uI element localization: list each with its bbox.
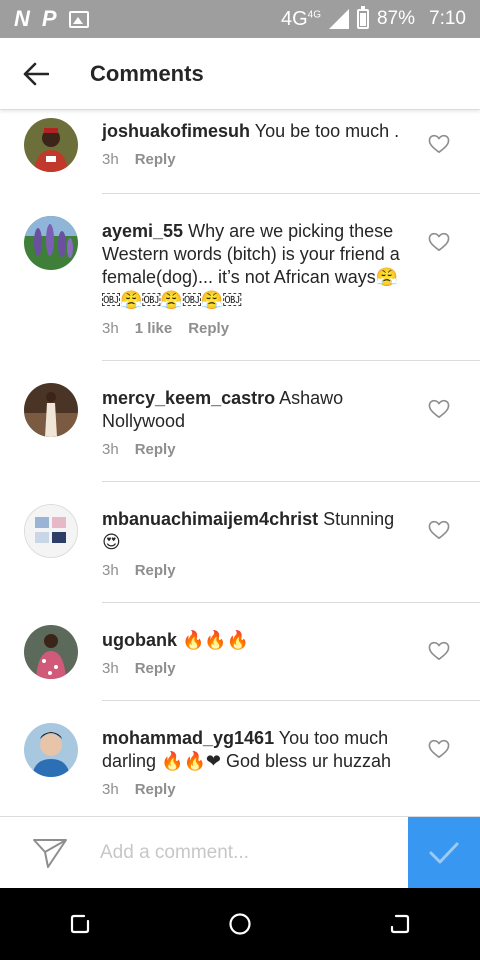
comment-username[interactable]: mbanuachimaijem4christ: [102, 509, 318, 529]
avatar[interactable]: [24, 723, 78, 777]
comment-username[interactable]: joshuakofimesuh: [102, 121, 250, 141]
comment-body: mercy_keem_castro Ashawo Nollywood: [102, 387, 404, 433]
comment-list[interactable]: joshuakofimesuh You be too much . 3h Rep…: [0, 110, 480, 816]
comment-meta: 3h 1 like Reply: [102, 320, 404, 337]
comment-body: mohammad_yg1461 You too much darling 🔥🔥❤…: [102, 727, 404, 773]
reply-button[interactable]: Reply: [135, 441, 176, 458]
comment-item: joshuakofimesuh You be too much . 3h Rep…: [0, 110, 480, 194]
checkmark-icon: [429, 842, 459, 863]
comment-username[interactable]: mercy_keem_castro: [102, 388, 275, 408]
reply-button[interactable]: Reply: [135, 781, 176, 798]
comment-meta: 3h Reply: [102, 660, 404, 677]
post-comment-button[interactable]: [408, 816, 480, 889]
clock: 7:10: [429, 8, 466, 29]
heart-icon[interactable]: [428, 232, 450, 252]
heart-icon[interactable]: [428, 641, 450, 661]
comment-time: 3h: [102, 660, 119, 677]
comment-username[interactable]: ayemi_55: [102, 221, 183, 241]
avatar[interactable]: [24, 118, 78, 172]
comment-text: 🔥🔥🔥: [182, 630, 250, 650]
comment-input[interactable]: [100, 816, 408, 889]
home-button[interactable]: [210, 894, 270, 954]
comment-text: You be too much .: [254, 121, 400, 141]
signal-icon: [328, 9, 349, 29]
comment-item: ugobank 🔥🔥🔥 3h Reply: [0, 603, 480, 701]
heart-icon[interactable]: [428, 399, 450, 419]
battery-percent: 87%: [376, 8, 416, 29]
comment-meta: 3h Reply: [102, 441, 404, 458]
system-icons: 4G4G 87% 7:10: [280, 6, 480, 31]
page-title: Comments: [90, 60, 204, 86]
comment-meta: 3h Reply: [102, 562, 404, 579]
avatar[interactable]: [24, 625, 78, 679]
comment-body: ugobank 🔥🔥🔥: [102, 629, 404, 652]
comment-time: 3h: [102, 781, 119, 798]
network-type: 4G4G: [280, 7, 321, 30]
comment-composer: [0, 816, 480, 889]
comment-body: mbanuachimaijem4christ Stunning 😍: [102, 508, 404, 554]
image-icon: [68, 10, 89, 28]
like-count[interactable]: 1 like: [135, 320, 173, 337]
heart-icon[interactable]: [428, 134, 450, 154]
comment-username[interactable]: ugobank: [102, 630, 177, 650]
heart-icon[interactable]: [428, 520, 450, 540]
n-app-icon: N: [14, 6, 30, 31]
avatar[interactable]: [24, 216, 78, 270]
comment-username[interactable]: mohammad_yg1461: [102, 728, 274, 748]
notification-icons: N P: [0, 6, 89, 32]
comment-item: ayemi_55 Why are we picking these Wester…: [0, 194, 480, 361]
recents-button[interactable]: [50, 894, 110, 954]
comment-time: 3h: [102, 562, 119, 579]
reply-button[interactable]: Reply: [135, 660, 176, 677]
back-button[interactable]: [0, 38, 72, 110]
battery-icon: [356, 6, 369, 29]
back-nav-icon: [390, 914, 410, 934]
direct-share-button[interactable]: [0, 817, 100, 889]
home-circle-icon: [229, 913, 251, 935]
recents-icon: [70, 914, 90, 934]
back-arrow-icon: [23, 62, 49, 85]
comment-item: mohammad_yg1461 You too much darling 🔥🔥❤…: [0, 701, 480, 816]
comment-item: mercy_keem_castro Ashawo Nollywood 3h Re…: [0, 361, 480, 482]
status-bar: N P 4G4G 87% 7:10: [0, 0, 480, 38]
paper-plane-icon: [33, 838, 67, 868]
comment-meta: 3h Reply: [102, 151, 404, 168]
app-header: Comments: [0, 38, 480, 110]
comment-meta: 3h Reply: [102, 781, 404, 798]
avatar[interactable]: [24, 504, 78, 558]
system-nav-bar: [0, 888, 480, 960]
comment-body: joshuakofimesuh You be too much .: [102, 120, 404, 143]
comment-body: ayemi_55 Why are we picking these Wester…: [102, 220, 404, 312]
comment-time: 3h: [102, 151, 119, 168]
avatar[interactable]: [24, 383, 78, 437]
reply-button[interactable]: Reply: [135, 562, 176, 579]
comment-item: mbanuachimaijem4christ Stunning 😍 3h Rep…: [0, 482, 480, 603]
reply-button[interactable]: Reply: [188, 320, 229, 337]
reply-button[interactable]: Reply: [135, 151, 176, 168]
p-app-icon: P: [41, 6, 57, 31]
comment-time: 3h: [102, 441, 119, 458]
heart-icon[interactable]: [428, 739, 450, 759]
comment-time: 3h: [102, 320, 119, 337]
back-nav-button[interactable]: [370, 894, 430, 954]
